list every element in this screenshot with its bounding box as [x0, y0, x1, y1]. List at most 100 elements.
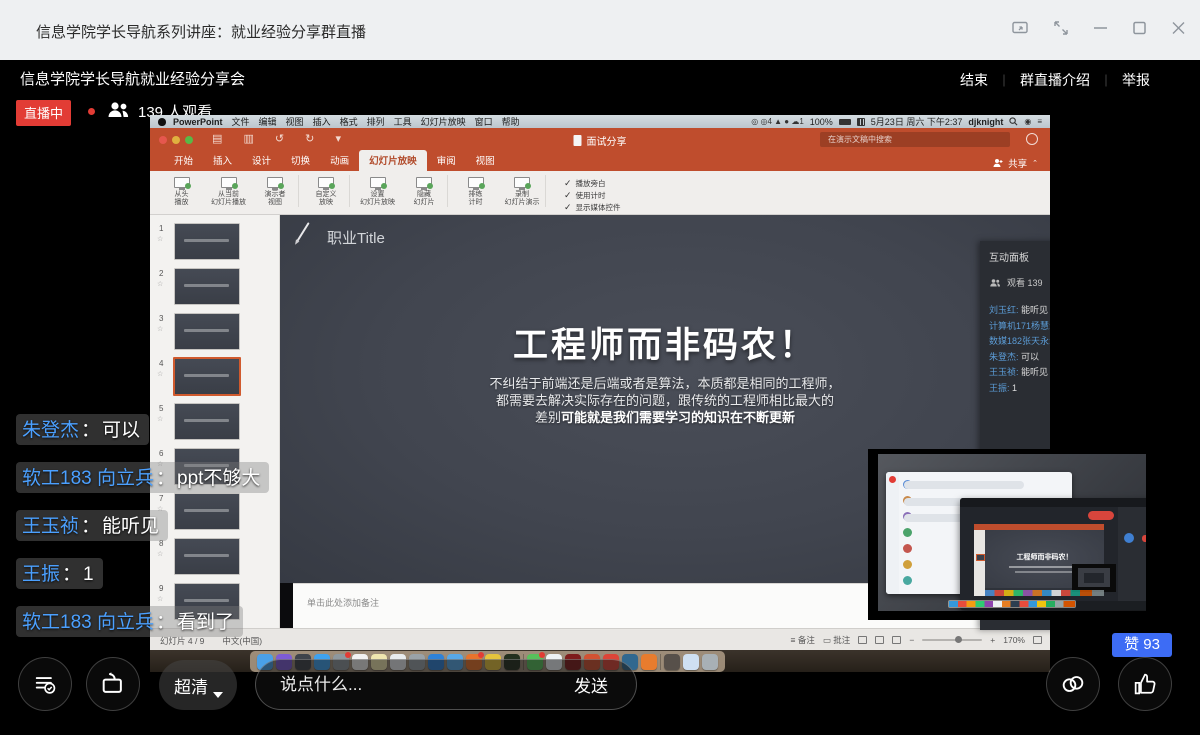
- chat-list-button[interactable]: [18, 657, 72, 711]
- chat-message-朱登杰: 朱登杰：可以: [16, 414, 149, 445]
- mac-menu-item[interactable]: 文件: [232, 115, 250, 128]
- normal-view-icon[interactable]: [858, 636, 867, 644]
- siri-icon[interactable]: ◉: [1024, 117, 1031, 126]
- slide-sorter-icon[interactable]: [875, 636, 884, 644]
- thumbnail-image[interactable]: [174, 268, 240, 305]
- thumbnail-image[interactable]: [174, 313, 240, 350]
- chat-list-icon: [32, 671, 58, 697]
- mac-zoom-button[interactable]: [185, 136, 193, 144]
- slide-thumbnail[interactable]: 2 ☆: [150, 265, 279, 310]
- share-link-button[interactable]: [1046, 657, 1100, 711]
- fit-slide-icon[interactable]: [1033, 636, 1042, 644]
- slide-thumbnail[interactable]: 4 ☆: [150, 355, 279, 400]
- ribbon-tab[interactable]: 审阅: [427, 150, 466, 171]
- like-button[interactable]: [1118, 657, 1172, 711]
- thumbnail-image[interactable]: [174, 223, 240, 260]
- thumbs-up-icon: [1131, 670, 1159, 698]
- mac-menu-item[interactable]: 编辑: [259, 115, 277, 128]
- panel-message-数媒182张天永: 数媒182张天永: 可以: [989, 334, 1050, 350]
- dock-icon-postman[interactable]: [641, 654, 657, 670]
- ribbon-tab[interactable]: 设计: [242, 150, 281, 171]
- dock-icon-trash[interactable]: [702, 654, 718, 670]
- ribbon-button[interactable]: 隐藏 幻灯片: [401, 175, 448, 207]
- zoom-in-icon[interactable]: +: [990, 635, 995, 645]
- slide-header: 职业Title: [327, 227, 385, 248]
- zoom-out-icon[interactable]: −: [909, 635, 914, 645]
- mac-close-button[interactable]: [159, 136, 167, 144]
- panel-message-王振: 王振: 1: [989, 381, 1050, 397]
- spotlight-icon[interactable]: [1009, 117, 1018, 126]
- ribbon-button[interactable]: 从头 播放: [158, 175, 205, 207]
- slide-thumbnail[interactable]: 1 ☆: [150, 220, 279, 265]
- popout-panel-icon[interactable]: [1012, 20, 1029, 36]
- ribbon-button[interactable]: 录制 幻灯片演示: [499, 175, 546, 207]
- fullscreen-icon[interactable]: [1053, 20, 1069, 36]
- powerpoint-titlebar: ▤ ▥ ↺ ↻ ▾ 面试分享 在演示文稿中搜索: [150, 128, 1050, 152]
- notification-center-icon[interactable]: ≡: [1037, 117, 1042, 126]
- ribbon-tab[interactable]: 幻灯片放映: [359, 150, 427, 171]
- chevron-down-icon: [213, 692, 223, 698]
- comments-toggle[interactable]: ▭ 批注: [823, 634, 850, 646]
- ribbon-button[interactable]: 自定义 放映: [303, 175, 350, 207]
- mac-menu-item[interactable]: 格式: [340, 115, 358, 128]
- mac-menu-item[interactable]: 排列: [367, 115, 385, 128]
- ribbon-tab[interactable]: 动画: [320, 150, 359, 171]
- interaction-panel-title: 互动面板: [980, 241, 1050, 264]
- ribbon-tab[interactable]: 插入: [203, 150, 242, 171]
- thumbnail-image[interactable]: [173, 357, 241, 396]
- animation-star-icon: ☆: [157, 325, 163, 333]
- document-icon: [574, 135, 582, 146]
- quick-access-icons[interactable]: ▤ ▥ ↺ ↻ ▾: [212, 132, 350, 145]
- checkmark-icon: ✓: [564, 178, 572, 189]
- pip-slide-title: 工程师而非码农！: [985, 552, 1104, 562]
- slide-thumbnail[interactable]: 3 ☆: [150, 310, 279, 355]
- slideshow-view-icon[interactable]: [892, 636, 901, 644]
- chalk-pencil-doodle: [296, 222, 309, 242]
- ribbon-checkbox[interactable]: ✓ 显示媒体控件: [564, 201, 621, 213]
- ribbon-tab[interactable]: 切换: [281, 150, 320, 171]
- quality-selector[interactable]: 超清: [159, 660, 237, 710]
- notes-toggle[interactable]: ≡ 备注: [791, 634, 815, 646]
- stream-title: 信息学院学长导航就业经验分享会: [20, 68, 245, 89]
- zoom-slider[interactable]: [922, 639, 982, 641]
- viewers-icon: [106, 100, 132, 123]
- ribbon-button[interactable]: 设置 幻灯片放映: [354, 175, 401, 207]
- live-status-badge: 直播中: [16, 100, 71, 126]
- ppt-search-field[interactable]: 在演示文稿中搜索: [820, 132, 1010, 147]
- maximize-icon[interactable]: [1132, 20, 1147, 36]
- header-action[interactable]: 举报: [1090, 70, 1150, 90]
- ribbon-button[interactable]: 演示者 视图: [252, 175, 299, 207]
- share-button[interactable]: 共享 ⌃: [993, 156, 1038, 170]
- rotate-screen-button[interactable]: [86, 657, 140, 711]
- send-button[interactable]: 发送: [574, 672, 608, 697]
- pip-preview[interactable]: 工程师而非码农！: [868, 449, 1158, 620]
- close-icon[interactable]: [1171, 20, 1186, 36]
- ribbon: 从头 播放 从当前 幻灯片播放 演示者 视图: [150, 171, 1050, 215]
- notes-placeholder: 单击此处添加备注: [307, 596, 379, 609]
- mac-menu-item[interactable]: 窗口: [475, 115, 493, 128]
- help-icon[interactable]: [1026, 133, 1038, 145]
- ribbon-tab[interactable]: 开始: [164, 150, 203, 171]
- header-action[interactable]: 结束: [960, 70, 988, 90]
- dock-icon-archive[interactable]: [664, 654, 680, 670]
- mac-menu-item[interactable]: 帮助: [502, 115, 520, 128]
- mac-minimize-button[interactable]: [172, 136, 180, 144]
- window-titlebar: 信息学院学长导航系列讲座：就业经验分享群直播: [0, 0, 1200, 60]
- ribbon-checkbox[interactable]: ✓ 使用计时: [564, 189, 621, 201]
- dock-icon-separator2[interactable]: [660, 654, 661, 670]
- chat-input[interactable]: [280, 675, 574, 695]
- mac-menu-item[interactable]: 插入: [313, 115, 331, 128]
- ribbon-checkbox[interactable]: ✓ 播放旁白: [564, 177, 621, 189]
- mac-menu-item[interactable]: 工具: [394, 115, 412, 128]
- minimize-icon[interactable]: [1093, 20, 1108, 36]
- ribbon-button[interactable]: 排练 计时: [452, 175, 499, 207]
- dock-icon-mail[interactable]: [683, 654, 699, 670]
- mac-menu-item[interactable]: 视图: [286, 115, 304, 128]
- chat-input-pill: 发送: [255, 659, 637, 710]
- mac-menu-item[interactable]: 幻灯片放映: [421, 115, 466, 128]
- header-action[interactable]: 群直播介绍: [988, 70, 1090, 90]
- ribbon-button[interactable]: 从当前 幻灯片播放: [205, 175, 252, 207]
- status-icons: ◎ ◎4 ▲ ● ☁1: [751, 117, 804, 126]
- ribbon-tab[interactable]: 视图: [466, 150, 505, 171]
- zoom-level[interactable]: 170%: [1003, 635, 1025, 645]
